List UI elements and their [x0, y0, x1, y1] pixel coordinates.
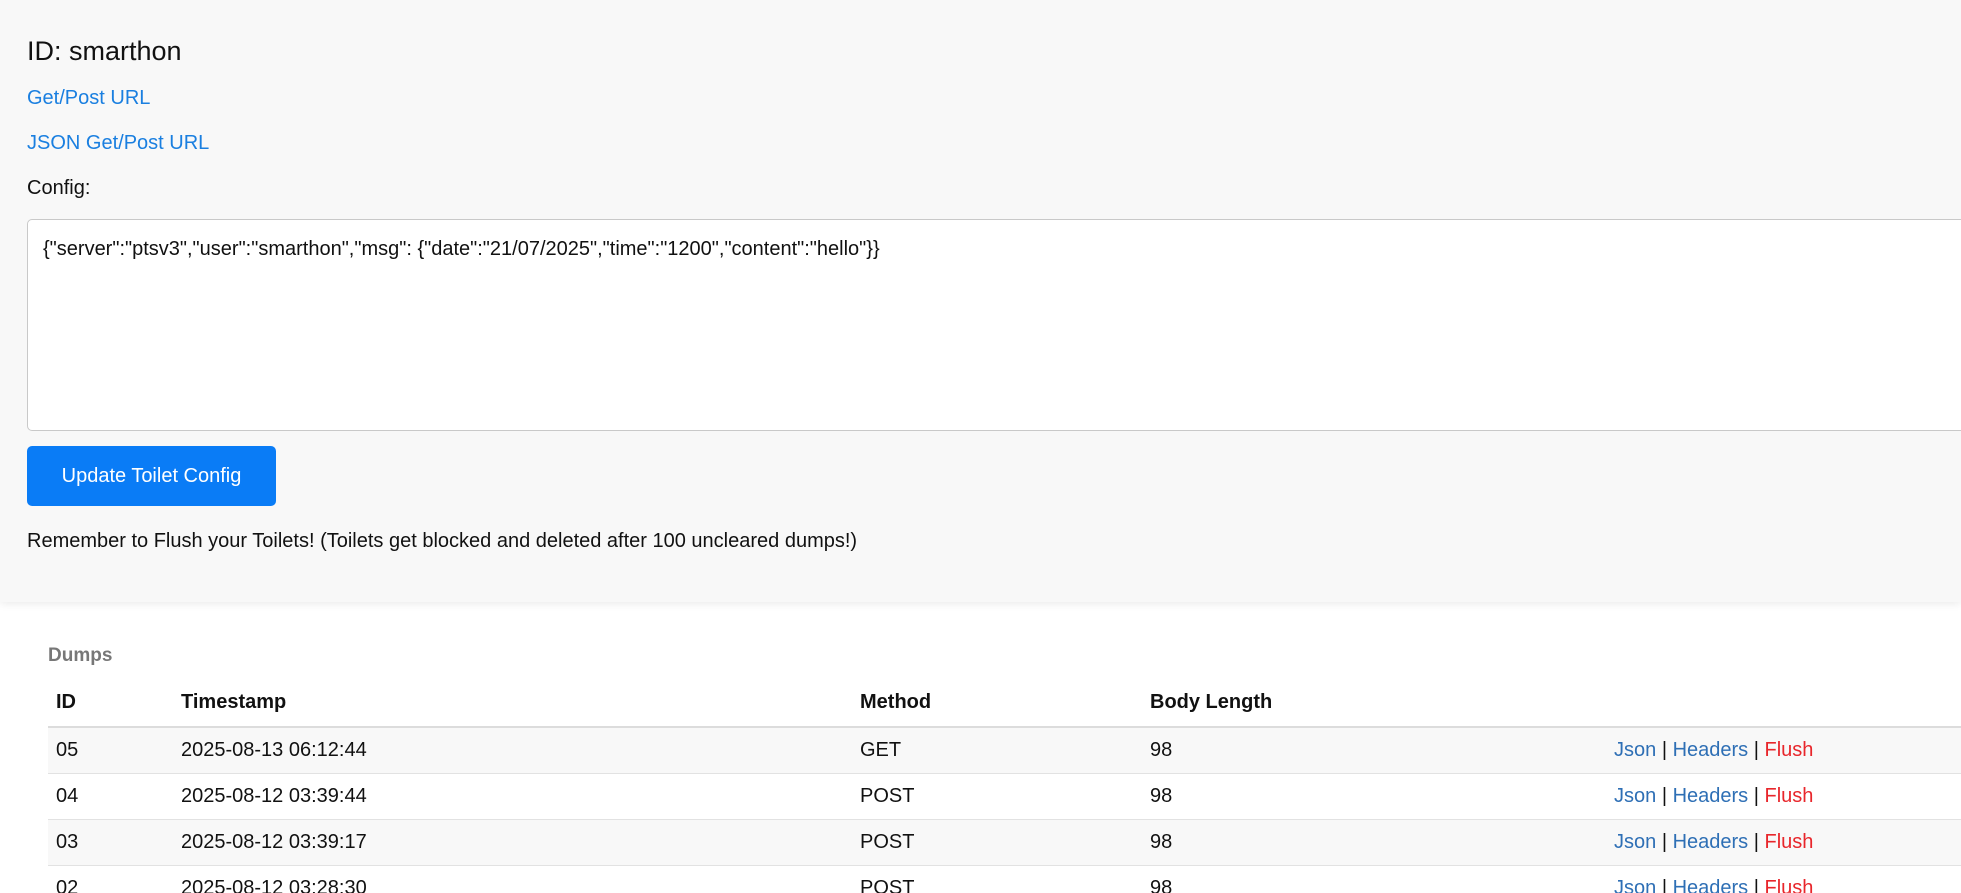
flush-link[interactable]: Flush — [1765, 739, 1814, 761]
dumps-table: ID Timestamp Method Body Length 05 2025-… — [48, 679, 1961, 893]
row-id: 02 — [48, 865, 173, 893]
table-row: 05 2025-08-13 06:12:44 GET 98 Json | Hea… — [48, 727, 1961, 774]
table-header-row: ID Timestamp Method Body Length — [48, 679, 1961, 728]
json-link[interactable]: Json — [1614, 785, 1656, 807]
row-id: 03 — [48, 819, 173, 866]
row-body-length: 98 — [1142, 773, 1606, 820]
flush-link[interactable]: Flush — [1765, 831, 1814, 853]
separator: | — [1753, 738, 1759, 761]
separator: | — [1661, 830, 1668, 853]
row-actions: Json | Headers | Flush — [1606, 819, 1961, 866]
headers-link[interactable]: Headers — [1673, 877, 1749, 893]
row-timestamp: 2025-08-12 03:39:17 — [173, 819, 852, 866]
row-actions: Json | Headers | Flush — [1606, 773, 1961, 820]
headers-link[interactable]: Headers — [1673, 739, 1749, 761]
flush-link[interactable]: Flush — [1765, 877, 1814, 893]
update-toilet-config-button[interactable]: Update Toilet Config — [27, 446, 276, 506]
row-actions: Json | Headers | Flush — [1606, 727, 1961, 774]
table-row: 04 2025-08-12 03:39:44 POST 98 Json | He… — [48, 773, 1961, 820]
row-method: POST — [852, 819, 1142, 866]
json-get-post-url-link[interactable]: JSON Get/Post URL — [27, 132, 209, 155]
row-timestamp: 2025-08-12 03:28:30 — [173, 865, 852, 893]
row-method: POST — [852, 773, 1142, 820]
json-link[interactable]: Json — [1614, 831, 1656, 853]
headers-link[interactable]: Headers — [1673, 785, 1749, 807]
json-link[interactable]: Json — [1614, 739, 1656, 761]
header-method: Method — [852, 679, 1142, 728]
row-timestamp: 2025-08-13 06:12:44 — [173, 727, 852, 774]
flush-reminder-text: Remember to Flush your Toilets! (Toilets… — [27, 530, 858, 552]
table-row: 03 2025-08-12 03:39:17 POST 98 Json | He… — [48, 819, 1961, 866]
table-row: 02 2025-08-12 03:28:30 POST 98 Json | He… — [48, 865, 1961, 893]
row-timestamp: 2025-08-12 03:39:44 — [173, 773, 852, 820]
separator: | — [1753, 784, 1759, 807]
header-actions — [1606, 679, 1961, 728]
separator: | — [1661, 738, 1668, 761]
toilet-config-panel: ID: smarthon Get/Post URL JSON Get/Post … — [0, 0, 1961, 602]
header-id: ID — [48, 679, 173, 728]
row-body-length: 98 — [1142, 819, 1606, 866]
row-id: 04 — [48, 773, 173, 820]
headers-link[interactable]: Headers — [1673, 831, 1749, 853]
separator: | — [1753, 876, 1759, 893]
row-body-length: 98 — [1142, 865, 1606, 893]
row-method: GET — [852, 727, 1142, 774]
flush-link[interactable]: Flush — [1765, 785, 1814, 807]
header-body-length: Body Length — [1142, 679, 1606, 728]
dumps-section-title: Dumps — [48, 645, 113, 666]
json-link[interactable]: Json — [1614, 877, 1656, 893]
row-id: 05 — [48, 727, 173, 774]
separator: | — [1753, 830, 1759, 853]
separator: | — [1661, 784, 1668, 807]
config-label: Config: — [27, 177, 91, 199]
header-timestamp: Timestamp — [173, 679, 852, 728]
config-textarea[interactable] — [27, 219, 1961, 431]
separator: | — [1661, 876, 1668, 893]
get-post-url-link[interactable]: Get/Post URL — [27, 87, 150, 110]
row-body-length: 98 — [1142, 727, 1606, 774]
toilet-id-title: ID: smarthon — [27, 36, 182, 66]
row-method: POST — [852, 865, 1142, 893]
row-actions: Json | Headers | Flush — [1606, 865, 1961, 893]
